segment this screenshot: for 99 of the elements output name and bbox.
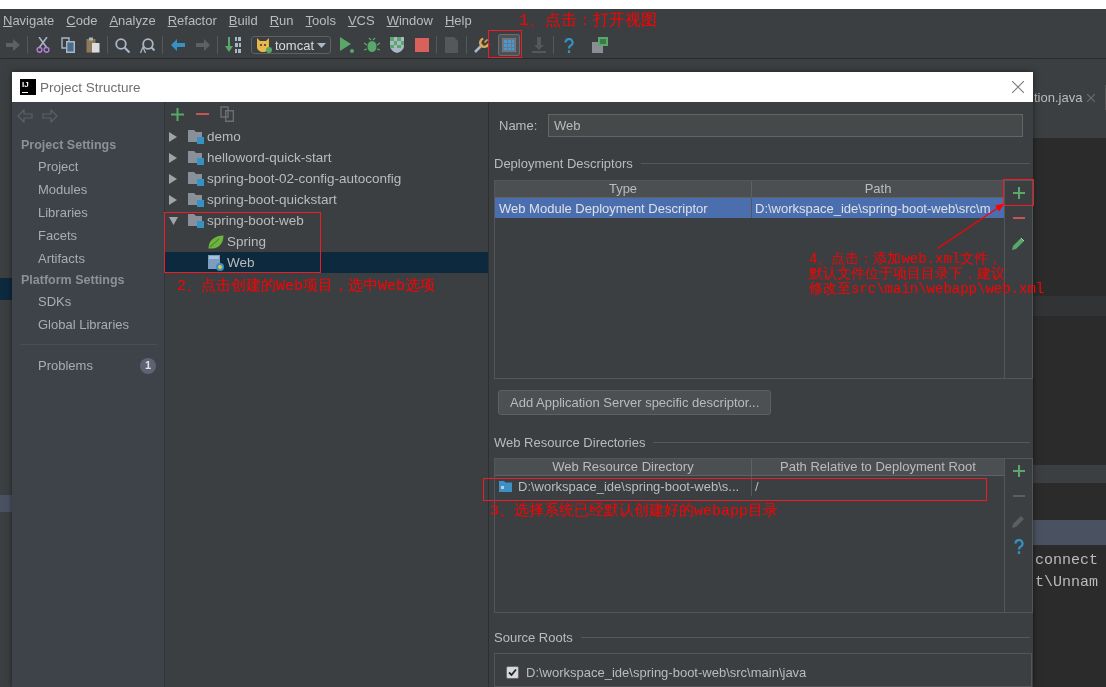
folder-icon: [188, 213, 204, 228]
expand-arrow-icon[interactable]: [169, 194, 177, 205]
column-header[interactable]: Type: [495, 181, 751, 197]
minus-icon[interactable]: [195, 113, 209, 115]
section-title: Deployment Descriptors: [494, 155, 633, 171]
menu-item[interactable]: Run: [269, 12, 294, 29]
clipboard-icon[interactable]: [85, 37, 100, 53]
search-icon[interactable]: [115, 37, 130, 53]
dialog-title: Project Structure: [40, 79, 141, 95]
collapse-arrow-icon[interactable]: [169, 216, 178, 225]
folder-icon: [188, 192, 204, 207]
selected-row: [0, 278, 12, 300]
sidebar-item[interactable]: Problems 1: [12, 354, 164, 377]
menu-item[interactable]: Window: [386, 12, 433, 29]
folder-icon: [499, 480, 512, 492]
table-cell: Web Module Deployment Descriptor: [499, 200, 708, 216]
run-configuration-dropdown[interactable]: tomcat: [251, 36, 331, 54]
expand-arrow-icon[interactable]: [169, 152, 177, 163]
sidebar-item[interactable]: Global Libraries: [12, 313, 164, 336]
sidebar-item[interactable]: Libraries: [12, 201, 164, 224]
menu-item[interactable]: Code: [66, 12, 98, 29]
tree-item[interactable]: spring-boot-quickstart: [165, 189, 488, 210]
highlight-frame: [488, 30, 522, 58]
sidebar-section-title: Platform Settings: [20, 272, 126, 289]
tree-item[interactable]: demo: [165, 126, 488, 147]
folder-icon: [188, 150, 204, 165]
scissors-icon[interactable]: [35, 37, 50, 53]
sidebar-item[interactable]: Modules: [12, 178, 164, 201]
console-line: connect: [1035, 551, 1099, 571]
sidebar-item[interactable]: SDKs: [12, 290, 164, 313]
back-arrow-icon[interactable]: [170, 39, 185, 51]
annotation-text: 1、点击：打开视图: [519, 11, 657, 31]
section-title: Source Roots: [494, 629, 573, 645]
column-header[interactable]: Path Relative to Deployment Root: [751, 459, 1004, 475]
down-arrow-icon[interactable]: [224, 37, 241, 53]
expand-arrow-icon[interactable]: [169, 131, 177, 142]
wrench-icon[interactable]: [473, 37, 490, 53]
menu-item[interactable]: Analyze: [109, 12, 156, 29]
leaf-icon: [208, 234, 224, 249]
grid-icon: [502, 38, 516, 52]
menu-item[interactable]: Refactor: [167, 12, 217, 29]
help-icon[interactable]: [563, 37, 574, 53]
cat-icon: [256, 37, 272, 53]
close-icon[interactable]: [1012, 81, 1024, 93]
table-cell: /: [755, 478, 759, 494]
annotation-text: 4、点击：添加web.xml文件， 默认文件位于项目目录下，建议 修改至src\main\webapp\web.xml: [809, 252, 1045, 297]
project-structure-button[interactable]: [498, 34, 520, 56]
annotation-text: 2、点击创建的Web项目，选中Web选项: [177, 278, 435, 296]
bug-icon[interactable]: [363, 37, 380, 53]
close-icon[interactable]: [1087, 93, 1096, 102]
table-cell: D:\workspace_ide\spring-boot-web\s...: [518, 478, 740, 494]
field-label: Name:: [499, 118, 539, 133]
sidebar-item[interactable]: Project: [12, 155, 164, 178]
shield-icon[interactable]: [389, 37, 404, 53]
menu-item[interactable]: Help: [444, 12, 472, 29]
sidebar-item[interactable]: Facets: [12, 224, 164, 247]
table-cell: D:\workspace_ide\spring-boot-web\src\m: [755, 200, 991, 216]
count-badge: 1: [140, 357, 156, 374]
magnifier-icon[interactable]: [140, 37, 155, 53]
column-header[interactable]: Path: [751, 181, 1004, 197]
menu-item[interactable]: VCS: [347, 12, 375, 29]
menu-item[interactable]: Build: [228, 12, 258, 29]
folder-icon: [188, 171, 204, 186]
pencil-icon[interactable]: [1012, 236, 1025, 250]
checkbox[interactable]: [506, 665, 519, 679]
tree-item[interactable]: spring-boot-web: [165, 210, 488, 231]
add-descriptor-button[interactable]: Add Application Server specific descriptor...: [498, 390, 772, 415]
caret-icon: [317, 42, 326, 48]
sidebar-section-title: Project Settings: [20, 137, 118, 154]
panel-header: [0, 495, 12, 512]
folder-icon: [188, 129, 204, 144]
tree-item[interactable]: spring-boot-02-config-autoconfig: [165, 168, 488, 189]
table-row[interactable]: Web Module Deployment Descriptor D:\workspace_ide\spring-boot-web\src\m: [495, 198, 1004, 218]
tree-item[interactable]: Spring: [165, 231, 488, 252]
name-field[interactable]: Web: [548, 114, 1023, 137]
app-logo: IJ: [20, 79, 36, 95]
plus-icon[interactable]: [1012, 187, 1025, 199]
plus-icon[interactable]: [170, 107, 184, 121]
tree-item[interactable]: helloword-quick-start: [165, 147, 488, 168]
help-icon[interactable]: [1013, 538, 1024, 554]
annotation-text: 3、选择系统已经默认创建好的webapp目录: [490, 503, 778, 521]
section-title: Web Resource Directories: [494, 434, 646, 450]
table-row[interactable]: D:\workspace_ide\spring-boot-web\s... /: [495, 476, 1004, 496]
column-header[interactable]: Web Resource Directory: [495, 459, 751, 475]
highlight-frame: [1003, 179, 1034, 206]
play-icon[interactable]: [339, 37, 354, 53]
squares-icon[interactable]: [591, 37, 608, 53]
sidebar-item[interactable]: Artifacts: [12, 247, 164, 270]
tree-item[interactable]: Web: [165, 252, 488, 273]
expand-arrow-icon[interactable]: [169, 173, 177, 184]
menu-item[interactable]: Navigate: [3, 12, 55, 29]
menu-item[interactable]: Tools: [305, 12, 336, 29]
copy-icon[interactable]: [60, 37, 75, 53]
stop-icon[interactable]: [414, 38, 429, 52]
web-page-icon: [208, 254, 224, 271]
console-line: t\Unnam: [1035, 573, 1099, 593]
minus-icon[interactable]: [1012, 217, 1025, 219]
plus-icon[interactable]: [1012, 465, 1025, 477]
source-root-path: D:\workspace_ide\spring-boot-web\src\main\java: [526, 664, 807, 680]
